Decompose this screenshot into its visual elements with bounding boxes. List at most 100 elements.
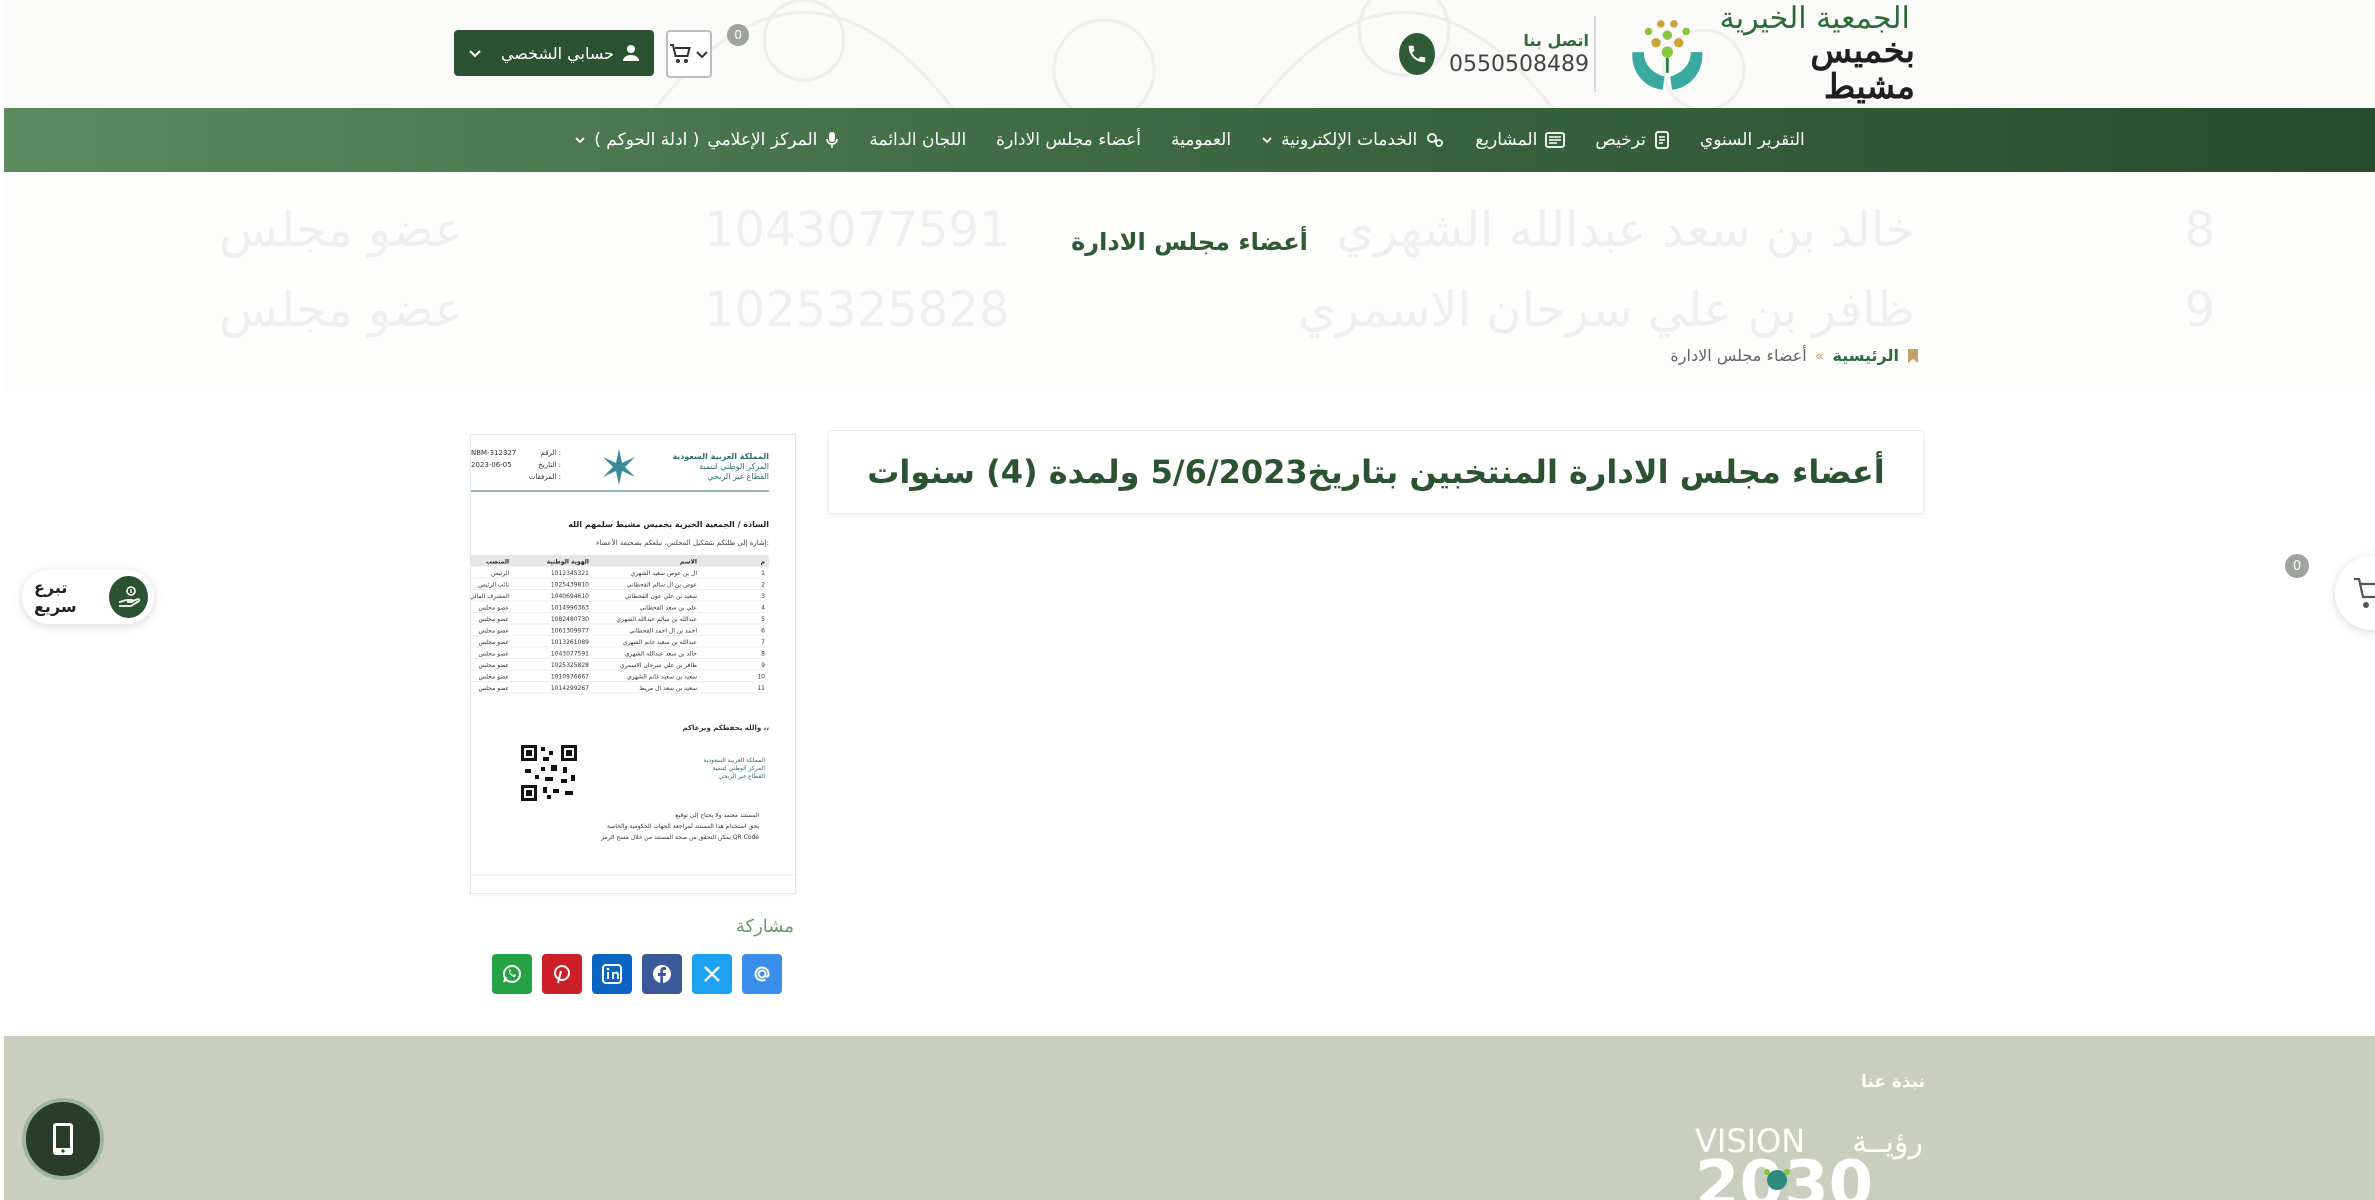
breadcrumb-current: أعضاء مجلس الادارة [1670,346,1807,365]
doc-attach-label: المرفقات : [529,473,561,481]
doc-table-cell: عبدالله بن سالم عبدالله الشهري [616,616,697,623]
nav-item-annual-report[interactable]: التقرير السنوي [1700,130,1805,150]
facebook-share-button[interactable] [642,954,682,994]
doc-table-header: الاسم [680,559,697,566]
doc-greeting: السادة / الجمعية الخيرية بخميس مشيط سلمه… [568,520,769,530]
board-document-thumbnail[interactable]: المملكة العربية السعودية المركز الوطني ل… [470,434,796,894]
banner-ghost-num: 9 [2184,282,2215,338]
contact-label: اتصل بنا [1523,31,1589,50]
doc-table-cell: سعيد بن علي عون القحطاني [625,593,697,600]
contact-block[interactable]: اتصل بنا 0550508489 [1399,20,1589,88]
doc-ref-label: الرقم : [540,449,561,457]
nav-item-label: التقرير السنوي [1699,130,1805,150]
nav-list: التقرير السنوي ترخيص المشاريع الخدمات ال… [574,130,1805,150]
doc-org-line3: القطاع غير الربحي [707,472,769,481]
doc-table-cell: 2 [761,582,765,589]
doc-note: يحق استخدام هذا المستند لمراجعة الجهات ا… [607,823,759,830]
doc-table-cell: 10 [757,674,765,681]
nav-item-label: المركز الإعلامي [707,130,818,150]
doc-table-cell: 6 [761,628,765,635]
content-heading-card: أعضاء مجلس الادارة المنتخبين بتاريخ5/6/2… [828,430,1924,514]
nav-item-label: الخدمات الإلكترونية [1281,130,1418,150]
pinterest-share-button[interactable] [542,954,582,994]
main-nav: التقرير السنوي ترخيص المشاريع الخدمات ال… [4,108,2375,172]
doc-table-cell: احمد بن ال احمد القحطاني [629,628,697,635]
doc-table-cell: عضو مجلس [478,685,509,692]
doc-intro: إشارة إلى طلبكم بتشكيل المجلس، نبلغكم بص… [596,538,769,547]
header-cart-button[interactable] [666,30,712,78]
header-cart-count-badge: 0 [727,24,749,46]
breadcrumb-separator-icon: » [1814,346,1825,365]
quick-donate-button[interactable]: تبرع سريع [22,570,154,624]
contact-phone[interactable]: 0550508489 [1449,52,1589,77]
at-sign-icon [754,966,770,982]
doc-table-cell: 1010976667 [551,674,589,681]
doc-table-cell: 1014996363 [551,605,589,612]
header-divider [1594,16,1596,92]
account-button[interactable]: حسابي الشخصي [454,30,654,76]
doc-table-header: المنصب [486,559,509,566]
doc-table-header: الهوية الوطنية [547,559,589,566]
doc-closing: والله يحفظكم ويرعاكم ،، [682,724,769,732]
chevron-down-icon [696,51,708,59]
doc-table-cell: عوض بن ال سالم القحطاني [627,582,697,589]
doc-table-header-bg [471,555,769,567]
nav-item-license[interactable]: ترخيص [1595,130,1670,150]
doc-org-line3-footer: القطاع غير الربحي [719,773,766,780]
donate-hand-icon [109,576,148,618]
nav-item-label: ( ادلة الحوكم ) [594,130,700,150]
doc-table-cell: عضو مجلس [478,616,509,623]
doc-note: المستند معتمد ولا يحتاج إلى توقيع [675,812,759,819]
doc-table-cell: 1082480730 [551,616,589,623]
logo-hands-icon [1632,20,1703,90]
doc-table-cell: 1012345321 [551,570,589,577]
content-heading: أعضاء مجلس الادارة المنتخبين بتاريخ5/6/2… [867,453,1885,491]
doc-org-line2-footer: المركز الوطني لتنمية [713,765,766,772]
doc-table-cell: 8 [761,651,765,658]
doc-table-cell: نائب الرئيس [478,582,509,589]
bookmark-icon [1908,348,1918,363]
doc-org-line1-footer: المملكة العربية السعودية [703,757,765,764]
floating-cart-button[interactable] [2335,556,2375,630]
email-share-button[interactable] [742,954,782,994]
doc-table-cell: ظافر بن علي سرحان الاسمري [620,662,697,669]
linkedin-share-button[interactable] [592,954,632,994]
nav-item-media-center[interactable]: المركز الإعلامي ( ادلة الحوكم ) [574,130,839,150]
vision-2030-logo: VISION رؤيــة 2030 [1695,1122,1923,1200]
doc-table-cell: سعيد بن سعيد غانم الشهري [627,674,697,681]
nav-item-e-services[interactable]: الخدمات الإلكترونية [1261,130,1445,150]
doc-ref-value: NBM-312327 [471,449,516,457]
chevron-down-icon [1262,137,1272,144]
nav-item-projects[interactable]: المشاريع [1475,130,1566,150]
site-header: الجمعية الخيرية بخميس مشيط اتصل بنا 0550… [4,0,2375,108]
site-logo[interactable]: الجمعية الخيرية بخميس مشيط [1625,3,1915,105]
page-title: أعضاء مجلس الادارة [1071,228,1308,256]
share-buttons-row [492,954,782,994]
whatsapp-share-button[interactable] [492,954,532,994]
doc-table-cell: 7 [761,639,765,646]
doc-table-cell: عضو مجلس [478,651,509,658]
breadcrumb-home[interactable]: الرئيسية [1833,346,1900,365]
nav-item-general-assembly[interactable]: العمومية [1171,130,1231,150]
banner-ghost-id: 1025325828 [704,282,1010,338]
doc-table-cell: 1040694610 [551,593,589,600]
doc-date-value: 2023-06-05 [471,461,512,469]
logo-line2: بخميس مشيط [1810,31,1915,107]
mobile-app-button[interactable] [22,1098,104,1180]
doc-table-cell: عضو مجلس [478,662,509,669]
mobile-phone-icon [53,1123,73,1155]
cart-icon [670,44,691,63]
microphone-icon [826,132,839,148]
doc-table-cell: سعيد بن سعد ال مريط [639,685,697,692]
document-icon [1655,131,1669,149]
x-icon [704,966,720,982]
x-share-button[interactable] [692,954,732,994]
page-frame: الجمعية الخيرية بخميس مشيط اتصل بنا 0550… [4,0,2375,1200]
nav-item-board-members[interactable]: أعضاء مجلس الادارة [996,130,1141,150]
nav-item-standing-committees[interactable]: اللجان الدائمة [869,130,966,150]
doc-table-cell: 11 [757,685,765,692]
doc-table-cell: خالد بن سعد عبدالله الشهري [625,651,698,658]
chevron-down-icon [575,137,585,144]
account-label-group: حسابي الشخصي [501,44,640,63]
doc-date-label: التاريخ : [538,461,561,469]
